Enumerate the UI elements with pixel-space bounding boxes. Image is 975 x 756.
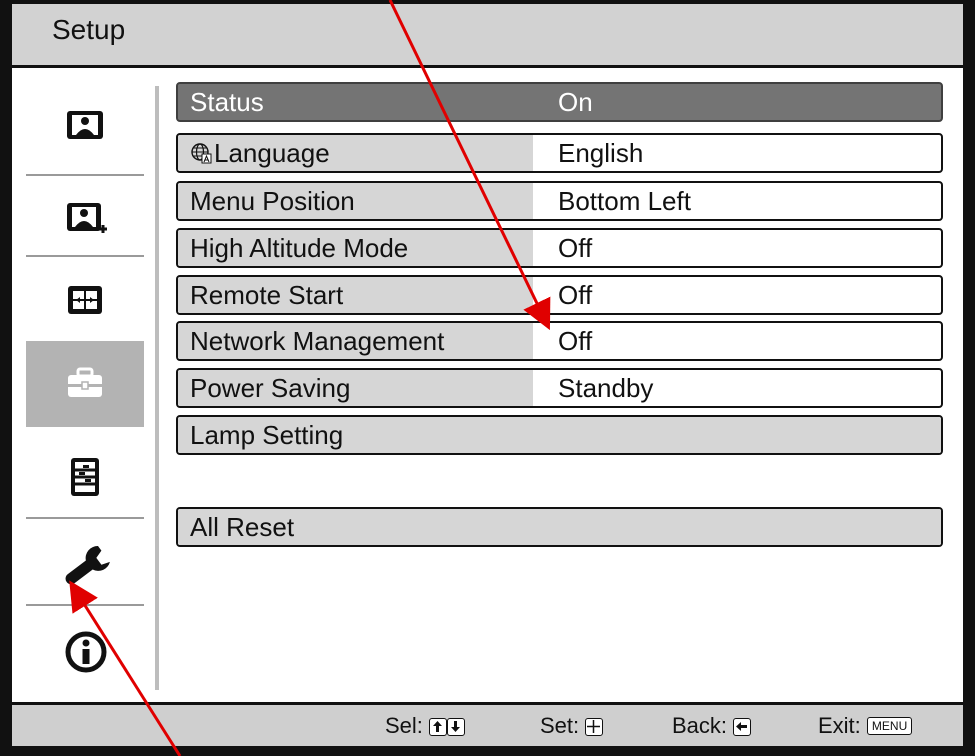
menu-position-value: Bottom Left — [558, 186, 691, 216]
select-hint-label: Sel: — [385, 713, 423, 738]
back-hint-label: Back: — [672, 713, 728, 738]
sidebar-item-screen[interactable] — [26, 259, 144, 345]
exit-hint: Exit: MENU — [818, 713, 913, 739]
menu-row-all-reset[interactable]: All Reset — [176, 507, 943, 547]
language-label: Language — [214, 138, 330, 168]
toolbox-icon — [68, 367, 102, 397]
exit-hint-label: Exit: — [818, 713, 861, 738]
picture-icon — [67, 111, 103, 139]
language-globe-icon — [191, 143, 212, 164]
menu-row-high-altitude-mode[interactable]: High Altitude Mode Off — [176, 228, 943, 268]
sidebar-item-picture[interactable] — [26, 84, 144, 170]
menu-key: MENU — [866, 717, 913, 735]
sidebar-item-setup[interactable] — [26, 341, 144, 427]
screen-icon — [68, 286, 102, 314]
enter-key-icon — [585, 718, 604, 736]
back-hint: Back: — [672, 713, 752, 739]
sidebar — [12, 68, 158, 700]
network-management-label: Network Management — [178, 323, 533, 359]
menu-row-language[interactable]: Language English — [176, 133, 943, 173]
menu-row-lamp-setting[interactable]: Lamp Setting — [176, 415, 943, 455]
language-value: English — [558, 138, 644, 168]
language-label-cell: Language — [178, 135, 533, 171]
remote-start-value: Off — [558, 280, 593, 310]
footer-hint-bar: Sel: Set: Back: Exit: MENU — [12, 702, 963, 746]
up-arrow-key-icon — [429, 718, 448, 736]
picture-plus-icon — [67, 203, 107, 233]
down-arrow-key-icon — [447, 718, 466, 736]
all-reset-label: All Reset — [178, 509, 941, 545]
high-altitude-mode-value: Off — [558, 233, 593, 263]
menu-row-power-saving[interactable]: Power Saving Standby — [176, 368, 943, 408]
status-value: On — [558, 87, 593, 117]
menu-row-menu-position[interactable]: Menu Position Bottom Left — [176, 181, 943, 221]
wrench-icon — [65, 546, 110, 585]
function-icon — [71, 458, 99, 496]
menu-title: Setup — [52, 14, 126, 45]
sidebar-item-information[interactable] — [26, 610, 144, 696]
menu-row-network-management[interactable]: Network Management Off — [176, 321, 943, 361]
select-hint: Sel: — [385, 713, 466, 739]
set-hint: Set: — [540, 713, 604, 739]
sidebar-separator — [155, 86, 159, 690]
menu-row-remote-start[interactable]: Remote Start Off — [176, 275, 943, 315]
info-icon — [65, 631, 107, 673]
sidebar-item-advanced-picture[interactable] — [26, 178, 144, 264]
remote-start-label: Remote Start — [178, 277, 533, 313]
lamp-setting-label: Lamp Setting — [178, 417, 941, 453]
high-altitude-mode-label: High Altitude Mode — [178, 230, 533, 266]
title-bar: Setup — [12, 4, 963, 68]
status-label: Status — [178, 84, 533, 120]
sidebar-item-installation[interactable] — [26, 521, 144, 607]
power-saving-label: Power Saving — [178, 370, 533, 406]
power-saving-value: Standby — [558, 373, 654, 403]
set-hint-label: Set: — [540, 713, 580, 738]
menu-row-status[interactable]: Status On — [176, 82, 943, 122]
network-management-value: Off — [558, 326, 593, 356]
menu-position-label: Menu Position — [178, 183, 533, 219]
sidebar-item-function[interactable] — [26, 434, 144, 520]
left-arrow-key-icon — [733, 718, 752, 736]
